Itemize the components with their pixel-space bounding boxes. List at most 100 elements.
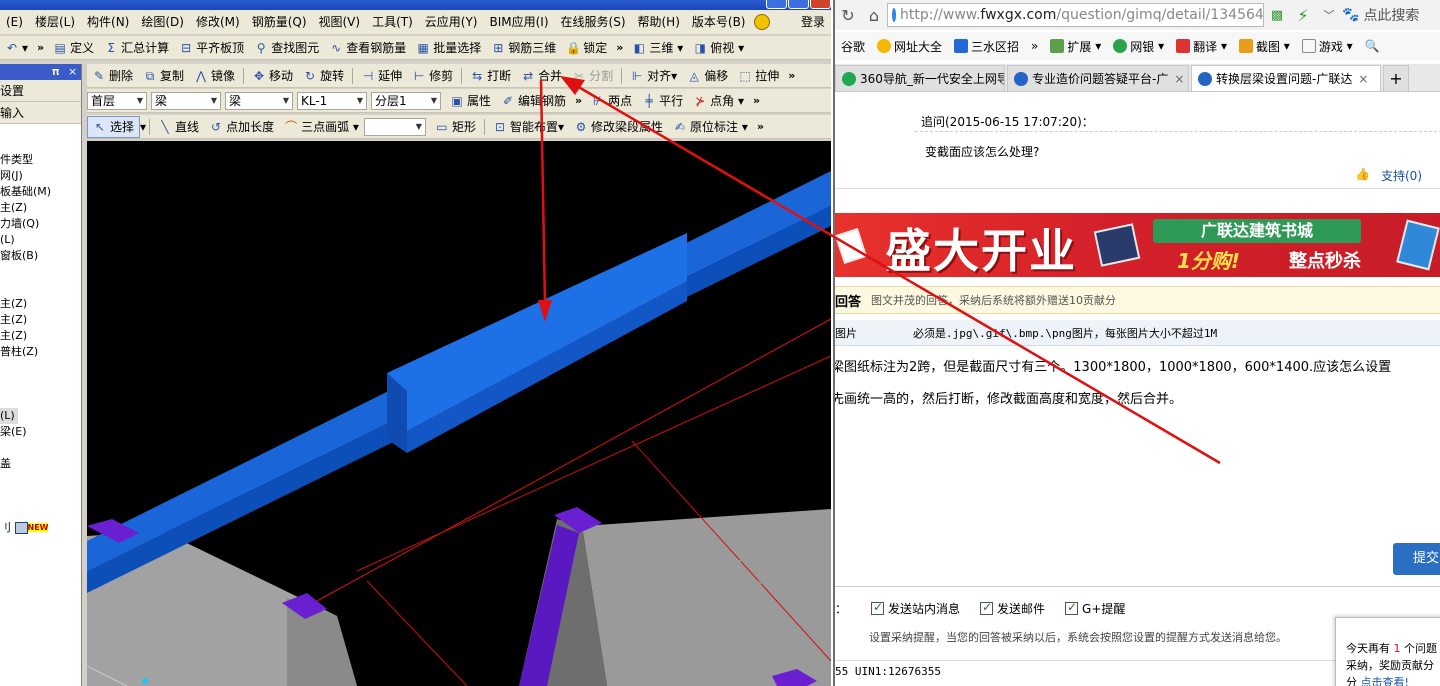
tree-item[interactable]: 力墙(Q)	[0, 216, 81, 232]
break-button[interactable]: ⇆ 打断	[465, 65, 516, 87]
tree-item[interactable]: 普柱(Z)	[0, 344, 81, 360]
maximize-button[interactable]	[788, 0, 809, 9]
menu-rebar-quantity[interactable]: 钢筋量(Q)	[246, 10, 313, 34]
tab-close-icon[interactable]: ×	[1358, 72, 1368, 86]
menu-draw[interactable]: 绘图(D)	[135, 10, 190, 34]
ad-banner[interactable]: 盛大开业 广联达建筑书城 1分购! 整点秒杀	[835, 213, 1440, 277]
tree-item[interactable]: 窗板(B)	[0, 248, 81, 264]
fav-item-google[interactable]: 谷歌	[835, 38, 871, 55]
category-select[interactable]: 梁 ▼	[151, 91, 221, 110]
toolbar-overflow-chevron-5[interactable]: »	[749, 94, 764, 107]
tree-item[interactable]	[0, 504, 81, 520]
menu-bim[interactable]: BIM应用(I)	[483, 10, 554, 34]
tree-item[interactable]: 件类型	[0, 152, 81, 168]
menu-online[interactable]: 在线服务(S)	[555, 10, 632, 34]
align-dropdown[interactable]: ⊩ 对齐 ▾	[625, 65, 682, 87]
menu-version[interactable]: 版本号(B)	[686, 10, 752, 34]
tree-item[interactable]	[0, 376, 81, 392]
copy-button[interactable]: ⧉ 复制	[138, 65, 189, 87]
define-button[interactable]: ▤ 定义	[48, 37, 99, 59]
find-element-button[interactable]: ⚲ 查找图元	[249, 37, 324, 59]
address-input[interactable]: http://www. fwxgx.com/question/gimq/detai…	[887, 3, 1264, 27]
help-face-icon[interactable]	[753, 14, 770, 30]
rotate-button[interactable]: ↻ 旋转	[298, 65, 349, 87]
toolbar-overflow-chevron-3[interactable]: »	[784, 69, 799, 82]
menu-cloud[interactable]: 云应用(Y)	[419, 10, 484, 34]
tree-item[interactable]: 主(Z)	[0, 296, 81, 312]
properties-button[interactable]: ▣ 属性	[445, 90, 496, 112]
toolbar-overflow-chevron-6[interactable]: »	[753, 120, 768, 133]
login-button[interactable]: 登录	[801, 13, 825, 30]
thumb-up-icon[interactable]: 👍	[1355, 167, 1370, 181]
panel-close-icon[interactable]: ×	[68, 65, 77, 78]
tab-current-question[interactable]: 转换层梁设置问题-广联达 ×	[1191, 65, 1381, 91]
toolbar-overflow-chevron[interactable]: »	[33, 41, 48, 54]
menu-help[interactable]: 帮助(H)	[632, 10, 686, 34]
menu-component[interactable]: 构件(N)	[81, 10, 135, 34]
rectangle-button[interactable]: ▭ 矩形	[430, 116, 481, 138]
tab-qa-platform[interactable]: 专业造价问题答疑平台-广 ×	[1007, 65, 1189, 91]
tab-close-icon[interactable]: ×	[1174, 72, 1184, 86]
menu-view[interactable]: 视图(V)	[313, 10, 367, 34]
tree-item[interactable]	[0, 264, 81, 280]
games-button[interactable]: 游戏 ▾	[1296, 38, 1359, 55]
tree-item[interactable]: 主(Z)	[0, 200, 81, 216]
gplus-checkbox[interactable]	[1065, 600, 1079, 615]
align-slab-top-button[interactable]: ⊟ 平齐板顶	[174, 37, 249, 59]
member-select[interactable]: KL-1 ▼	[297, 91, 367, 110]
image-label[interactable]: 图片	[835, 325, 913, 341]
tree-item-selected[interactable]: (L)	[0, 408, 18, 424]
pin-icon[interactable]: 𝛑	[52, 65, 59, 79]
submit-answer-button[interactable]: 提交回	[1393, 543, 1440, 575]
3d-viewport[interactable]	[87, 141, 831, 686]
panel-tab-settings[interactable]: 设置	[0, 80, 81, 102]
tree-item[interactable]: 主(Z)	[0, 312, 81, 328]
view-3d-dropdown[interactable]: ◧ 三维 ▾	[627, 37, 688, 59]
type-select[interactable]: 梁 ▼	[225, 91, 293, 110]
tree-item[interactable]: 网(J)	[0, 168, 81, 184]
two-points-button[interactable]: ⊬ 两点	[586, 90, 637, 112]
menu-edit[interactable]: (E)	[0, 10, 29, 34]
tree-item[interactable]: 板基础(M)	[0, 184, 81, 200]
select-button[interactable]: ↖ 选择	[87, 115, 141, 138]
panel-tab-input[interactable]: 输入	[0, 102, 81, 124]
tree-item[interactable]: 主(Z)	[0, 328, 81, 344]
tree-item[interactable]	[0, 280, 81, 296]
floor-select[interactable]: 首层 ▼	[87, 91, 147, 110]
translate-button[interactable]: 翻译 ▾	[1170, 38, 1233, 55]
point-plus-length-button[interactable]: ↺ 点加长度	[204, 116, 279, 138]
home-icon[interactable]: ⌂	[861, 6, 887, 25]
offset-button[interactable]: ◬ 偏移	[682, 65, 733, 87]
site-message-checkbox[interactable]	[871, 600, 884, 615]
tree-item[interactable]: (L)	[0, 232, 81, 248]
move-button[interactable]: ✥ 移动	[247, 65, 298, 87]
batch-select-button[interactable]: ▦ 批量选择	[411, 37, 486, 59]
modify-beam-segment-button[interactable]: ⚙ 修改梁段属性	[569, 116, 668, 138]
view-rebar-quantity-button[interactable]: ∿ 查看钢筋量	[324, 37, 411, 59]
in-situ-annotation-dropdown[interactable]: ✍ 原位标注 ▾	[668, 116, 753, 138]
answer-editor[interactable]: 梁图纸标注为2跨，但是截面尺寸有三个。1300*1800，1000*1800，6…	[835, 352, 1440, 416]
extend-button[interactable]: ⊣ 延伸	[356, 65, 407, 87]
delete-button[interactable]: ✎ 删除	[87, 65, 138, 87]
line-button[interactable]: ╲ 直线	[153, 116, 204, 138]
arc-mode-select[interactable]: ▼	[363, 117, 426, 136]
tree-item[interactable]	[0, 488, 81, 504]
stretch-button[interactable]: ⬚ 拉伸	[733, 65, 784, 87]
fav-item-sites[interactable]: 网址大全	[871, 38, 948, 55]
extensions-button[interactable]: 扩展 ▾	[1044, 38, 1107, 55]
tree-item[interactable]	[0, 360, 81, 376]
mirror-button[interactable]: ⋀ 镜像	[189, 65, 240, 87]
undo-button[interactable]: ↶ ▾	[0, 37, 33, 59]
toolbar-overflow-chevron-2[interactable]: »	[612, 41, 627, 54]
reward-popup[interactable]: 今天再有 1 个问题 采纳，奖励贡献分 分 点击查看!	[1335, 617, 1440, 686]
menu-floor[interactable]: 楼层(L)	[29, 10, 81, 34]
screenshot-button[interactable]: 截图 ▾	[1233, 38, 1296, 55]
qr-code-icon[interactable]: ▩	[1264, 8, 1290, 23]
lock-button[interactable]: 🔒 锁定	[561, 37, 612, 59]
rebar-3d-button[interactable]: ⊞ 钢筋三维	[486, 37, 561, 59]
new-tab-button[interactable]: +	[1383, 65, 1409, 91]
refresh-icon[interactable]: ↻	[835, 6, 861, 25]
netbank-button[interactable]: 网银 ▾	[1107, 38, 1170, 55]
select-dropdown-arrow[interactable]: ▾	[140, 120, 146, 134]
menu-modify[interactable]: 修改(M)	[190, 10, 246, 34]
